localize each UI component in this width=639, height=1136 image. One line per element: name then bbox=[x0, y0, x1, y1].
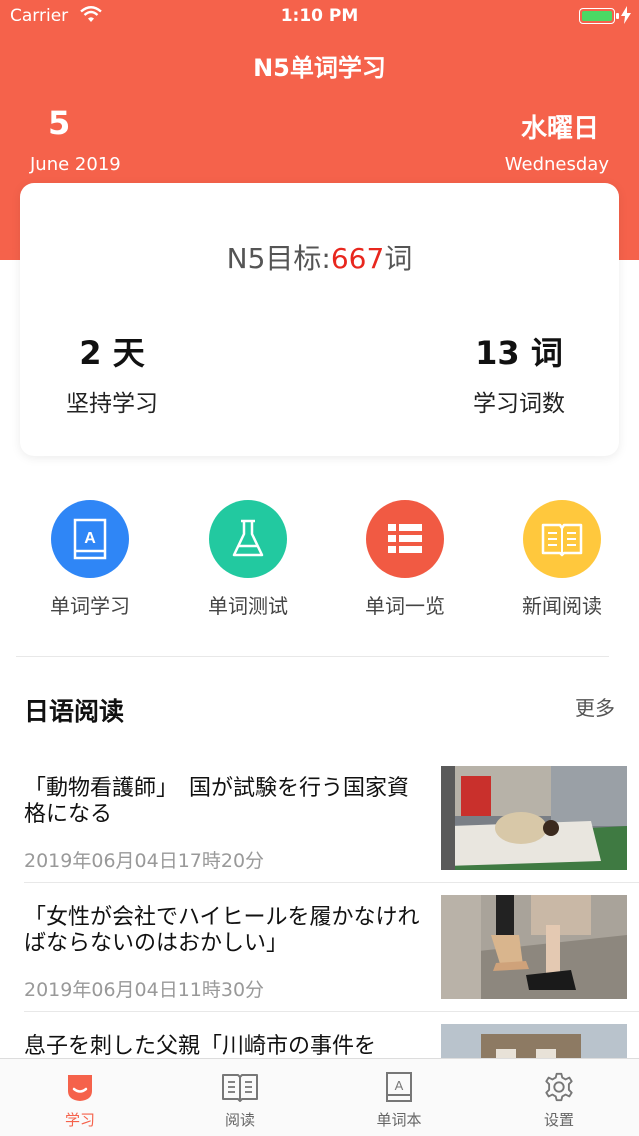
section-divider bbox=[16, 656, 609, 657]
reading-section-title: 日语阅读 bbox=[24, 697, 125, 726]
svg-text:A: A bbox=[395, 1078, 404, 1093]
tab-reading[interactable]: 阅读 bbox=[180, 1071, 300, 1130]
menu-label: 单词学习 bbox=[50, 594, 130, 618]
article-date: 2019年06月04日17時20分 bbox=[24, 850, 265, 872]
feature-menu: A 单词学习 单词测试 单词一览 新闻阅读 bbox=[0, 500, 639, 630]
article-divider bbox=[24, 882, 639, 883]
weekday-english: Wednesday bbox=[504, 154, 609, 175]
article-thumbnail bbox=[441, 895, 627, 999]
article-item[interactable]: 「動物看護師」 国が試験を行う国家資格になる 2019年06月04日17時20分 bbox=[0, 766, 639, 894]
page-title: N5单词学习 bbox=[253, 54, 386, 82]
goal-prefix: N5目标: bbox=[226, 242, 331, 275]
clock: 1:10 PM bbox=[280, 6, 359, 26]
article-headline: 息子を刺した父親「川崎市の事件を bbox=[24, 1034, 377, 1059]
menu-label: 新闻阅读 bbox=[522, 594, 602, 618]
battery-icon bbox=[579, 8, 619, 24]
svg-text:A: A bbox=[84, 530, 96, 547]
weekday-japanese: 水曜日 bbox=[520, 114, 599, 144]
date-day: 5 bbox=[48, 104, 71, 142]
article-thumbnail bbox=[441, 766, 627, 870]
flask-icon bbox=[209, 500, 287, 578]
menu-label: 单词一览 bbox=[365, 594, 445, 618]
menu-label: 单词测试 bbox=[208, 594, 288, 618]
tab-label: 设置 bbox=[543, 1111, 574, 1129]
more-link[interactable]: 更多 bbox=[575, 692, 615, 721]
date-month-year: June 2019 bbox=[30, 154, 121, 175]
tab-bar: 学习 阅读 A 单词本 设置 bbox=[0, 1058, 639, 1136]
tab-label: 单词本 bbox=[376, 1111, 422, 1129]
book-icon bbox=[220, 1074, 260, 1107]
article-headline: 「女性が会社でハイヒールを履かなければならないのはおかしい」 bbox=[24, 905, 420, 956]
goal-text: N5目标:667词 bbox=[20, 237, 619, 277]
streak-stat: 2 天 坚持学习 bbox=[12, 328, 212, 418]
menu-vocab-test[interactable]: 单词测试 bbox=[168, 500, 328, 619]
study-icon bbox=[63, 1075, 97, 1107]
gear-icon bbox=[542, 1072, 576, 1107]
status-bar: Carrier 1:10 PM bbox=[0, 0, 639, 34]
article-item[interactable]: 「女性が会社でハイヒールを履かなければならないのはおかしい」 2019年06月0… bbox=[0, 895, 639, 1023]
tab-label: 阅读 bbox=[224, 1111, 255, 1129]
list-icon bbox=[366, 500, 444, 578]
tab-wordbook[interactable]: A 单词本 bbox=[339, 1071, 459, 1130]
wordbook-icon: A bbox=[383, 1072, 415, 1107]
words-label: 学习词数 bbox=[473, 391, 565, 417]
streak-label: 坚持学习 bbox=[66, 391, 158, 417]
goal-card: N5目标:667词 2 天 坚持学习 13 词 学习词数 bbox=[20, 183, 619, 456]
menu-vocab-study[interactable]: A 单词学习 bbox=[10, 500, 170, 619]
goal-suffix: 词 bbox=[384, 242, 413, 275]
charging-icon bbox=[621, 6, 631, 29]
menu-news-reading[interactable]: 新闻阅读 bbox=[482, 500, 639, 619]
words-value: 13 词 bbox=[475, 334, 563, 372]
open-book-icon bbox=[523, 500, 601, 578]
vocab-book-icon: A bbox=[51, 500, 129, 578]
tab-study[interactable]: 学习 bbox=[20, 1071, 140, 1130]
goal-count: 667 bbox=[330, 242, 385, 275]
tab-label: 学习 bbox=[64, 1111, 95, 1129]
menu-vocab-list[interactable]: 单词一览 bbox=[325, 500, 485, 619]
article-date: 2019年06月04日11時30分 bbox=[24, 979, 265, 1001]
tab-settings[interactable]: 设置 bbox=[499, 1071, 619, 1130]
article-headline: 「動物看護師」 国が試験を行う国家資格になる bbox=[24, 776, 410, 827]
words-stat: 13 词 学习词数 bbox=[419, 328, 619, 418]
app-screen: Carrier 1:10 PM N5单词学习 5 June 2019 水曜日 W… bbox=[0, 0, 639, 1136]
article-divider bbox=[24, 1011, 639, 1012]
streak-value: 2 天 bbox=[79, 334, 145, 372]
